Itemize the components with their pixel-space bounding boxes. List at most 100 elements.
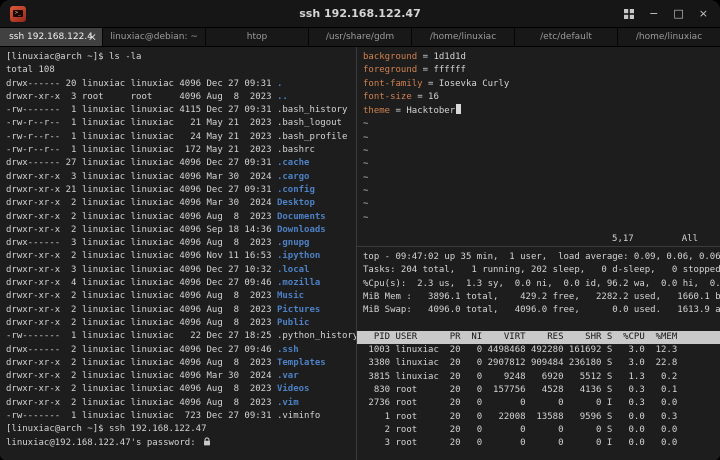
entry-name: .var: [277, 371, 299, 381]
tab-3[interactable]: htop: [206, 28, 309, 46]
shell-prompt-line: [linuxiac@arch ~]$ ssh 192.168.122.47: [0, 423, 356, 436]
config-value: ffffff: [433, 65, 466, 75]
process-row: 2736 root 20 0 0 0 0 I 0.3 0.0: [357, 397, 720, 410]
config-value: Hacktober: [406, 106, 455, 116]
process-row: 2 root 20 0 0 0 0 S 0.0 0.0: [357, 424, 720, 437]
vim-tilde-line: ~: [357, 185, 720, 198]
process-row: 3 root 20 0 0 0 0 I 0.0 0.0: [357, 437, 720, 450]
entry-name: .config: [277, 185, 315, 195]
tab-bar: ssh 192.168.122.4× linuxiac@debian: ~ htop…: [0, 28, 720, 47]
tab-1[interactable]: ssh 192.168.122.4×: [0, 28, 103, 46]
file-entry-line: drwxr-xr-x 4 linuxiac linuxiac 4096 Dec …: [0, 277, 356, 290]
entry-name: .viminfo: [277, 411, 320, 421]
config-key: font-family: [363, 79, 423, 89]
entry-name: .python_history: [277, 331, 356, 341]
tile-grid-icon: [624, 9, 634, 19]
file-entry-line: drwx------ 20 linuxiac linuxiac 4096 Dec…: [0, 78, 356, 91]
equals-sign: =: [390, 106, 406, 116]
file-entry-line: drwxr-xr-x 2 linuxiac linuxiac 4096 Aug …: [0, 317, 356, 330]
entry-meta: drwxr-xr-x 2 linuxiac linuxiac 4096 Mar …: [6, 198, 277, 208]
config-key: font-size: [363, 92, 412, 102]
tab-label: htop: [247, 32, 267, 42]
entry-name: Desktop: [277, 198, 315, 208]
entry-meta: -rw-r--r-- 1 linuxiac linuxiac 24 May 21…: [6, 132, 277, 142]
entry-name: Music: [277, 291, 304, 301]
maximize-icon[interactable]: □: [673, 8, 683, 19]
entry-meta: -rw------- 1 linuxiac linuxiac 22 Dec 27…: [6, 331, 277, 341]
top-summary-line: %Cpu(s): 2.3 us, 1.3 sy, 0.0 ni, 0.0 id,…: [357, 278, 720, 291]
process-row: 1 root 20 0 22008 13588 9596 S 0.0 0.3: [357, 411, 720, 424]
tab-4[interactable]: /usr/share/gdm: [309, 28, 412, 46]
process-row: 1003 linuxiac 20 0 4498468 492280 161692…: [357, 344, 720, 357]
config-line: theme = Hacktober: [357, 104, 720, 118]
close-icon[interactable]: ×: [699, 8, 708, 19]
terminal-prompt-glyph: >_: [13, 10, 23, 17]
title-bar[interactable]: >_ ssh 192.168.122.47 − □ ×: [0, 0, 720, 28]
tab-close-icon[interactable]: ×: [88, 31, 97, 44]
window-controls: − □ ×: [624, 8, 708, 19]
entry-name: .local: [277, 265, 310, 275]
password-lock-icon: [203, 437, 211, 446]
entry-name: .gnupg: [277, 238, 310, 248]
entry-name: .bashrc: [277, 145, 315, 155]
file-entry-line: drwxr-xr-x 2 linuxiac linuxiac 4096 Nov …: [0, 250, 356, 263]
entry-meta: drwxr-xr-x 2 linuxiac linuxiac 4096 Sep …: [6, 225, 277, 235]
top-summary-line: MiB Swap: 4096.0 total, 4096.0 free, 0.0…: [357, 304, 720, 317]
equals-sign: =: [417, 65, 433, 75]
config-value: 16: [428, 92, 439, 102]
process-row: 3380 linuxiac 20 0 2907812 909484 236180…: [357, 357, 720, 370]
file-entry-line: drwx------ 3 linuxiac linuxiac 4096 Aug …: [0, 237, 356, 250]
top-summary-line: Tasks: 204 total, 1 running, 202 sleep, …: [357, 264, 720, 277]
entry-name: .ipython: [277, 251, 320, 261]
shell-prompt-line: [linuxiac@arch ~]$ ls -la: [0, 51, 356, 64]
minimize-icon[interactable]: −: [649, 8, 658, 19]
tab-6[interactable]: /etc/default: [515, 28, 618, 46]
vim-buffer: background = 1d1d1dforeground = fffffffo…: [357, 51, 720, 225]
entry-name: Templates: [277, 358, 326, 368]
entry-name: .vim: [277, 398, 299, 408]
entry-meta: drwxr-xr-x 2 linuxiac linuxiac 4096 Aug …: [6, 358, 277, 368]
tab-overview-icon[interactable]: [624, 9, 634, 19]
tab-label: /usr/share/gdm: [326, 32, 394, 42]
file-entry-line: drwxr-xr-x 2 linuxiac linuxiac 4096 Aug …: [0, 357, 356, 370]
file-entry-line: -rw-r--r-- 1 linuxiac linuxiac 21 May 21…: [0, 117, 356, 130]
tab-2[interactable]: linuxiac@debian: ~: [103, 28, 206, 46]
entry-name: Documents: [277, 212, 326, 222]
tab-label: ssh 192.168.122.4: [9, 32, 93, 42]
entry-meta: -rw------- 1 linuxiac linuxiac 723 Dec 2…: [6, 411, 277, 421]
entry-meta: drwxr-xr-x 4 linuxiac linuxiac 4096 Dec …: [6, 278, 277, 288]
config-key: theme: [363, 106, 390, 116]
config-key: background: [363, 52, 417, 62]
entry-name: .: [277, 79, 282, 89]
vim-status-line: 5,17 All: [357, 233, 720, 246]
right-column: background = 1d1d1dforeground = fffffffo…: [357, 47, 720, 460]
file-entry-line: -rw------- 1 linuxiac linuxiac 4115 Dec …: [0, 104, 356, 117]
tab-label: linuxiac@debian: ~: [110, 32, 198, 42]
password-prompt: linuxiac@192.168.122.47's password:: [6, 438, 201, 448]
terminal-app-icon: >_: [10, 6, 26, 22]
entry-meta: -rw-r--r-- 1 linuxiac linuxiac 172 May 2…: [6, 145, 277, 155]
entry-meta: drwxr-xr-x 2 linuxiac linuxiac 4096 Mar …: [6, 371, 277, 381]
file-entry-line: drwx------ 27 linuxiac linuxiac 4096 Dec…: [0, 157, 356, 170]
file-entry-line: drwxr-xr-x 2 linuxiac linuxiac 4096 Mar …: [0, 197, 356, 210]
top-summary-line: top - 09:47:02 up 35 min, 1 user, load a…: [357, 251, 720, 264]
config-key: foreground: [363, 65, 417, 75]
entry-meta: drwxr-xr-x 3 linuxiac linuxiac 4096 Mar …: [6, 172, 277, 182]
entry-name: .bash_history: [277, 105, 347, 115]
vim-editor-pane[interactable]: background = 1d1d1dforeground = fffffffo…: [357, 47, 720, 246]
tab-7[interactable]: /home/linuxiac: [618, 28, 720, 46]
blank-line: [357, 317, 720, 330]
shell-prompt: [linuxiac@arch ~]$: [6, 52, 109, 62]
total-line: total 108: [0, 64, 356, 77]
top-monitor-pane[interactable]: top - 09:47:02 up 35 min, 1 user, load a…: [357, 247, 720, 460]
terminal-pane-left[interactable]: [linuxiac@arch ~]$ ls -latotal 108 drwx--…: [0, 47, 356, 460]
entry-name: .ssh: [277, 345, 299, 355]
tab-5[interactable]: /home/linuxiac: [412, 28, 515, 46]
file-entry-line: drwx------ 2 linuxiac linuxiac 4096 Dec …: [0, 344, 356, 357]
entry-meta: drwx------ 20 linuxiac linuxiac 4096 Dec…: [6, 79, 277, 89]
entry-name: Videos: [277, 384, 310, 394]
process-row: 3815 linuxiac 20 0 9248 6920 5512 S 1.3 …: [357, 371, 720, 384]
vim-tilde-line: ~: [357, 212, 720, 225]
shell-prompt: [linuxiac@arch ~]$: [6, 424, 109, 434]
config-value: Iosevka Curly: [439, 79, 509, 89]
